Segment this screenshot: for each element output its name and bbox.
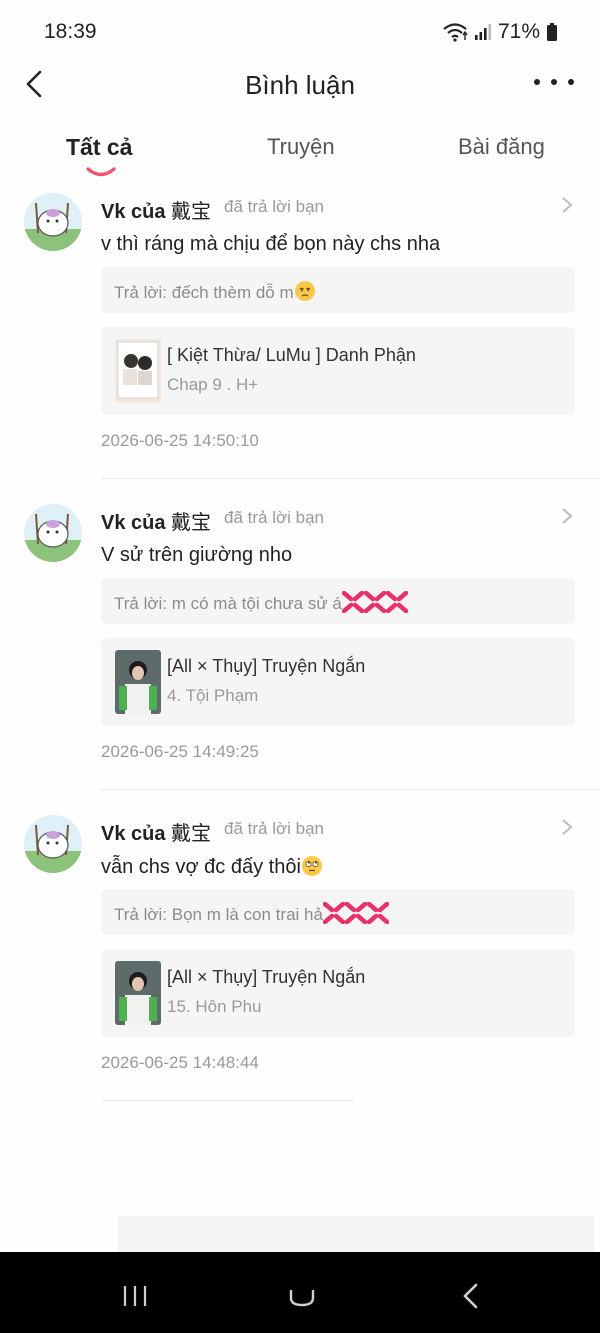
reply-quote[interactable]: Trả lời: m có mà tội chưa sử á	[101, 578, 575, 624]
eye-roll-face-icon	[301, 856, 322, 876]
story-cover-image	[115, 650, 161, 714]
divider	[101, 478, 600, 479]
story-card[interactable]: [All × Thụy] Truyện Ngắn 15. Hôn Phu	[101, 949, 575, 1037]
comment-text: vẫn chs vợ đc đấy thôi	[101, 855, 323, 879]
status-time: 18:39	[44, 20, 97, 43]
tab-all[interactable]: Tất cả	[66, 134, 132, 161]
more-options-button[interactable]	[534, 74, 574, 90]
avatar[interactable]	[24, 504, 82, 562]
story-title: [ Kiệt Thừa/ LuMu ] Danh Phận	[167, 345, 416, 365]
home-icon[interactable]	[288, 1284, 316, 1308]
story-title: [All × Thụy] Truyện Ngắn	[167, 967, 366, 987]
tab-bar: Tất cả Truyện Bài đăng	[0, 130, 600, 190]
anger-symbol-icon	[385, 591, 408, 613]
dot-icon	[534, 79, 540, 85]
chevron-right-icon[interactable]	[560, 506, 574, 526]
tab-posts[interactable]: Bài đăng	[458, 134, 545, 160]
tab-stories[interactable]: Truyện	[267, 134, 335, 160]
back-nav-icon[interactable]	[460, 1282, 482, 1310]
comment-text: V sử trên giường nho	[101, 544, 293, 566]
anger-symbol-icon	[366, 902, 389, 924]
commenter-name[interactable]: Vk của 戴宝	[101, 195, 211, 224]
story-chapter: Chap 9 . H+	[167, 375, 259, 394]
reply-text: Trả lời: đếch thèm dỗ m	[114, 280, 316, 303]
reply-text: Trả lời: Bọn m là con trai hả	[114, 902, 389, 925]
dot-icon	[551, 79, 557, 85]
tab-active-indicator	[86, 167, 116, 177]
anger-symbol-icon	[341, 591, 364, 613]
signal-icon	[474, 24, 492, 40]
comment-timestamp: 2026-06-25 14:49:25	[101, 742, 259, 761]
story-card[interactable]: [All × Thụy] Truyện Ngắn 4. Tội Phạm	[101, 638, 575, 726]
battery-level: 71%	[497, 20, 540, 43]
comment-timestamp: 2026-06-25 14:50:10	[101, 431, 259, 450]
story-chapter: 15. Hôn Phu	[167, 997, 262, 1016]
comment-timestamp: 2026-06-25 14:48:44	[101, 1053, 259, 1072]
bottom-overlay	[118, 1216, 594, 1252]
reply-quote[interactable]: Trả lời: Bọn m là con trai hả	[101, 889, 575, 935]
page-title: Bình luận	[245, 70, 355, 100]
commenter-name[interactable]: Vk của 戴宝	[101, 817, 211, 846]
divider	[101, 1100, 355, 1101]
story-title: [All × Thụy] Truyện Ngắn	[167, 656, 366, 676]
divider	[101, 789, 600, 790]
avatar[interactable]	[24, 815, 82, 873]
reply-text: Trả lời: m có mà tội chưa sử á	[114, 591, 408, 614]
anger-symbol-icon	[344, 902, 367, 924]
avatar[interactable]	[24, 193, 82, 251]
story-chapter: 4. Tội Phạm	[167, 686, 259, 705]
comment-action: đã trả lời bạn	[224, 819, 324, 838]
wifi-icon	[443, 23, 468, 42]
story-cover-image	[115, 961, 161, 1025]
reply-quote[interactable]: Trả lời: đếch thèm dỗ m	[101, 267, 575, 313]
anger-symbol-icon	[363, 591, 386, 613]
chevron-right-icon[interactable]	[560, 195, 574, 215]
anger-symbol-icon	[322, 902, 345, 924]
system-navigation-bar	[0, 1252, 600, 1333]
commenter-name[interactable]: Vk của 戴宝	[101, 506, 211, 535]
dot-icon	[568, 79, 574, 85]
recents-icon[interactable]	[122, 1284, 148, 1308]
comment-action: đã trả lời bạn	[224, 197, 324, 216]
story-cover-image	[115, 339, 161, 403]
battery-icon	[547, 23, 557, 41]
story-card[interactable]: [ Kiệt Thừa/ LuMu ] Danh Phận Chap 9 . H…	[101, 327, 575, 415]
comment-action: đã trả lời bạn	[224, 508, 324, 527]
status-bar: 18:39 71%	[0, 0, 600, 64]
header: Bình luận	[0, 60, 600, 110]
status-icons: 71%	[442, 20, 558, 44]
comment-text: v thì ráng mà chịu để bọn này chs nha	[101, 233, 441, 255]
unamused-face-icon	[294, 281, 315, 301]
chevron-right-icon[interactable]	[560, 817, 574, 837]
